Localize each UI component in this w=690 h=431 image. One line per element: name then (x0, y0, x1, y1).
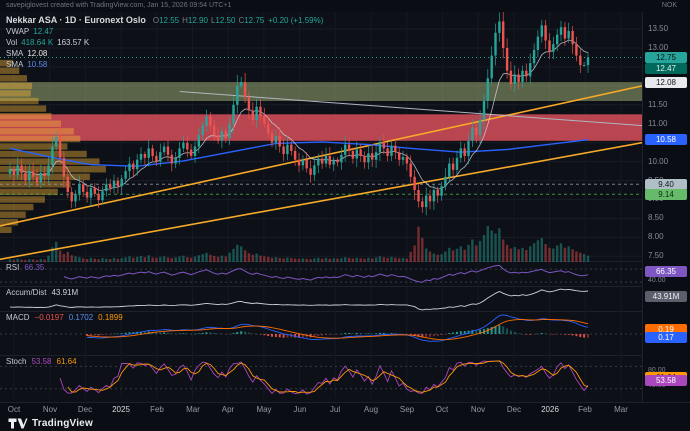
accum-dist-pane[interactable]: Accum/Dist 43.91M (0, 287, 642, 312)
time-axis-label: Aug (357, 405, 385, 414)
time-axis-label: Feb (571, 405, 599, 414)
indicator-name: VWAP (6, 26, 29, 37)
indicator-legend-rows: VWAP 12.47 Vol 418.64 K 163.57 K SMA 12.08 SMA 1… (6, 26, 323, 70)
price-tick: 11.50 (648, 101, 667, 109)
time-axis-label: Jul (321, 405, 349, 414)
attribution-bar: savepiglovest created with TradingView.c… (0, 0, 690, 12)
time-axis-label: Mar (607, 405, 635, 414)
time-axis-label: Jun (286, 405, 314, 414)
app-root: savepiglovest created with TradingView.c… (0, 0, 690, 431)
attribution-text: savepiglovest created with TradingView.c… (6, 2, 231, 9)
time-axis-label: 2025 (107, 405, 135, 414)
indicator-value: 43.91M (51, 288, 78, 298)
time-axis-label: Sep (393, 405, 421, 414)
main-price-pane[interactable]: Nekkar ASA · 1D · Euronext Oslo O12.55H1… (0, 12, 642, 262)
price-tick: 13.50 (648, 25, 668, 33)
indicator-name: Accum/Dist (6, 288, 46, 298)
time-axis-label: Feb (143, 405, 171, 414)
indicator-value: 0.1899 (98, 313, 122, 323)
tradingview-logo-text: TradingView (32, 418, 93, 429)
rsi-plot (0, 262, 642, 287)
rsi-pane[interactable]: RSI 66.35 (0, 262, 642, 287)
ohlc-values: O12.55H12.90L12.50C12.75+0.20 (+1.59%) (150, 15, 324, 26)
time-axis[interactable]: Oct Nov Dec 2025 Feb Mar Apr May Jun Jul Aug Sep Oct… (0, 402, 690, 416)
price-tick: 10.00 (648, 158, 668, 166)
price-badge: 12.47 (645, 63, 687, 74)
panel-axis-tick: 40.00 (648, 277, 666, 285)
indicator-value: 66.35 (24, 263, 44, 273)
price-badge: 10.58 (645, 134, 687, 145)
time-axis-label: Nov (36, 405, 64, 414)
rsi-legend[interactable]: RSI 66.35 (6, 263, 44, 273)
ohlc-value: 12.90 (188, 16, 208, 25)
indicator-legend-row[interactable]: VWAP 12.47 (6, 26, 323, 37)
symbol-legend-row[interactable]: Nekkar ASA · 1D · Euronext Oslo O12.55H1… (6, 15, 323, 26)
indicator-value: 10.58 (27, 59, 47, 70)
time-axis-label: Oct (428, 405, 456, 414)
indicator-value: 163.57 K (57, 37, 89, 48)
chart-panes: Nekkar ASA · 1D · Euronext Oslo O12.55H1… (0, 12, 642, 402)
currency-label: NOK (662, 2, 677, 9)
time-axis-label: Nov (464, 405, 492, 414)
stoch-pane[interactable]: Stoch 53.58 61.64 (0, 356, 642, 398)
panel-badge: 53.58 (645, 375, 687, 386)
ohlc-value: 12.75 (244, 16, 264, 25)
macd-legend[interactable]: MACD −0.0197 0.1702 0.1899 (6, 313, 123, 323)
tradingview-logo[interactable]: TradingView (8, 418, 93, 429)
panel-badge: 66.35 (645, 266, 687, 277)
indicator-name: SMA (6, 59, 23, 70)
price-tick: 11.00 (648, 120, 667, 128)
price-zones (0, 82, 642, 141)
price-tick: 13.00 (648, 44, 668, 52)
accum-dist-legend[interactable]: Accum/Dist 43.91M (6, 288, 78, 298)
indicator-value: 0.1702 (69, 313, 93, 323)
indicator-name: RSI (6, 263, 19, 273)
price-tick: 7.50 (648, 252, 664, 260)
time-axis-label: Dec (71, 405, 99, 414)
trendline (0, 86, 642, 226)
price-badge: 9.14 (645, 189, 687, 200)
indicator-value: 61.64 (57, 357, 77, 367)
indicator-legend-row[interactable]: SMA 12.08 (6, 48, 323, 59)
time-axis-label: 2026 (536, 405, 564, 414)
indicator-name: Vol (6, 37, 17, 48)
macd-pane[interactable]: MACD −0.0197 0.1702 0.1899 (0, 312, 642, 356)
ohlc-value: 12.55 (159, 16, 179, 25)
price-tick: 8.50 (648, 214, 664, 222)
indicator-value: 12.47 (33, 26, 53, 37)
time-axis-label: May (250, 405, 278, 414)
tradingview-logo-icon (8, 418, 28, 429)
indicator-name: Stoch (6, 357, 26, 367)
chart-area: Nekkar ASA · 1D · Euronext Oslo O12.55H1… (0, 12, 690, 402)
panel-badge: 43.91M (645, 291, 687, 302)
price-badge: 12.75 (645, 52, 687, 63)
stoch-plot (0, 356, 642, 398)
time-axis-label: Mar (179, 405, 207, 414)
symbol-title[interactable]: Nekkar ASA · 1D · Euronext Oslo (6, 15, 146, 26)
indicator-name: MACD (6, 313, 30, 323)
accum-dist-plot (0, 287, 642, 312)
price-badge: 12.08 (645, 77, 687, 88)
main-legend: Nekkar ASA · 1D · Euronext Oslo O12.55H1… (6, 15, 323, 70)
footer-bar: TradingView (0, 416, 690, 431)
price-tick: 8.00 (648, 233, 664, 241)
price-axis[interactable]: 13.5013.0012.5012.0011.5011.0010.5010.00… (642, 12, 690, 402)
panel-badge: 0.17 (645, 332, 687, 343)
indicator-value: −0.0197 (35, 313, 64, 323)
time-axis-label: Apr (214, 405, 242, 414)
indicator-legend-row[interactable]: SMA 10.58 (6, 59, 323, 70)
indicator-value: 53.58 (31, 357, 51, 367)
stoch-legend[interactable]: Stoch 53.58 61.64 (6, 357, 77, 367)
change-value: +0.20 (+1.59%) (268, 16, 323, 25)
indicator-value: 12.08 (27, 48, 47, 59)
indicator-value: 418.64 K (21, 37, 53, 48)
indicator-name: SMA (6, 48, 23, 59)
indicator-legend-row[interactable]: Vol 418.64 K 163.57 K (6, 37, 323, 48)
time-axis-label: Oct (0, 405, 28, 414)
ohlc-value: 12.50 (215, 16, 235, 25)
time-axis-label: Dec (500, 405, 528, 414)
